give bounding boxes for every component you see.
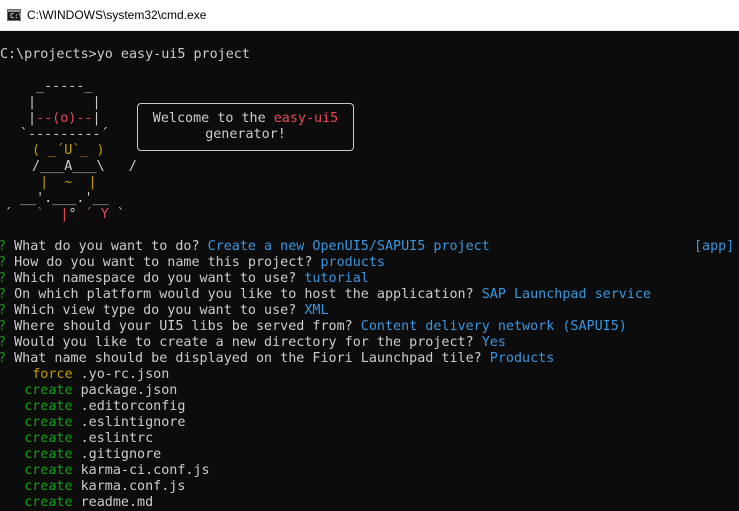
- welcome-line-1: Welcome to the easy-ui5: [152, 111, 339, 126]
- question-text: Which view type do you want to use?: [6, 303, 305, 318]
- question-line: ? What name should be displayed on the F…: [0, 351, 554, 367]
- question-line: ? Would you like to create a new directo…: [0, 335, 506, 351]
- answer-text: Yes: [481, 335, 506, 350]
- answer-text: Products: [489, 351, 555, 366]
- art-row-8: __'.___.'__: [20, 191, 109, 206]
- yeoman-eye: --(o)--: [36, 111, 93, 126]
- command-prompt-line: C:\projects>yo easy-ui5 project: [0, 47, 250, 62]
- answer-text: Create a new OpenUI5/SAPUI5 project: [207, 239, 490, 254]
- cmd-icon[interactable]: C:\: [7, 9, 23, 21]
- file-op-filename: .eslintrc: [72, 431, 154, 446]
- answer-text: SAP Launchpad service: [481, 287, 652, 302]
- art-row-4: `---------´: [20, 127, 109, 142]
- file-op-action: create: [24, 431, 73, 446]
- file-op-filename: package.json: [72, 383, 178, 398]
- question-text: Which namespace do you want to use?: [6, 271, 305, 286]
- question-text: What name should be displayed on the Fio…: [6, 351, 490, 366]
- art-row-7: | ~ |: [24, 175, 97, 190]
- file-op-line: create .eslintrc: [0, 431, 153, 447]
- question-text: Where should your UI5 libs be served fro…: [6, 319, 361, 334]
- file-op-filename: readme.md: [72, 495, 154, 510]
- file-op-action: create: [24, 447, 73, 462]
- file-op-action: create: [24, 415, 73, 430]
- answer-text: products: [320, 255, 385, 270]
- file-op-line: create karma-ci.conf.js: [0, 463, 210, 479]
- file-op-filename: karma.conf.js: [72, 479, 186, 494]
- question-line: ? How do you want to name this project? …: [0, 255, 385, 271]
- cmd-window: C:\ C:\WINDOWS\system32\cmd.exe C:\proje…: [0, 0, 739, 511]
- question-text: How do you want to name this project?: [6, 255, 321, 270]
- file-op-filename: .yo-rc.json: [72, 367, 170, 382]
- subgenerator-tag: [app]: [694, 239, 735, 254]
- art-row-1: _-----_: [28, 79, 93, 94]
- file-op-action: create: [24, 383, 73, 398]
- file-op-line: create karma.conf.js: [0, 479, 185, 495]
- art-row-9: ´ ` |° ´ Y `: [4, 207, 125, 222]
- question-text: On which platform would you like to host…: [6, 287, 482, 302]
- question-text: What do you want to do?: [6, 239, 208, 254]
- generator-name: easy-ui5: [273, 111, 339, 126]
- file-op-line: create package.json: [0, 383, 177, 399]
- answer-text: Content delivery network (SAPUI5): [360, 319, 627, 334]
- question-line: ? Which view type do you want to use? XM…: [0, 303, 329, 319]
- art-row-2: | |: [28, 95, 101, 110]
- console-output[interactable]: C:\projects>yo easy-ui5 project _-----_ …: [0, 31, 739, 511]
- file-op-filename: .gitignore: [72, 447, 162, 462]
- file-op-line: create .gitignore: [0, 447, 161, 463]
- question-line: ? Which namespace do you want to use? tu…: [0, 271, 369, 287]
- file-op-action: create: [24, 495, 73, 510]
- file-op-line: create .editorconfig: [0, 399, 185, 415]
- art-row-3: |--(o)--|: [28, 111, 101, 126]
- file-op-action: create: [24, 399, 73, 414]
- file-op-filename: karma-ci.conf.js: [72, 463, 210, 478]
- file-op-filename: .eslintignore: [72, 415, 186, 430]
- file-op-action: create: [24, 463, 73, 478]
- file-op-line: create readme.md: [0, 495, 153, 511]
- question-line: ? Where should your UI5 libs be served f…: [0, 319, 627, 335]
- answer-text: tutorial: [304, 271, 369, 286]
- file-op-filename: .editorconfig: [72, 399, 186, 414]
- question-line: ? What do you want to do? Create a new O…: [0, 239, 490, 255]
- file-op-line: create .eslintignore: [0, 415, 185, 431]
- art-row-5: ( _´U`_ ): [24, 143, 105, 158]
- welcome-line-2: generator!: [205, 127, 286, 142]
- title-bar[interactable]: C:\ C:\WINDOWS\system32\cmd.exe: [0, 0, 739, 31]
- question-line: ? On which platform would you like to ho…: [0, 287, 651, 303]
- file-op-action: force: [32, 367, 73, 382]
- answer-text: XML: [304, 303, 329, 318]
- art-row-6: /___A___\ /: [24, 159, 137, 174]
- file-op-action: create: [24, 479, 73, 494]
- window-title: C:\WINDOWS\system32\cmd.exe: [27, 8, 207, 22]
- welcome-box: Welcome to the easy-ui5 generator!: [137, 103, 354, 151]
- file-op-line: force .yo-rc.json: [0, 367, 169, 383]
- question-text: Would you like to create a new directory…: [6, 335, 482, 350]
